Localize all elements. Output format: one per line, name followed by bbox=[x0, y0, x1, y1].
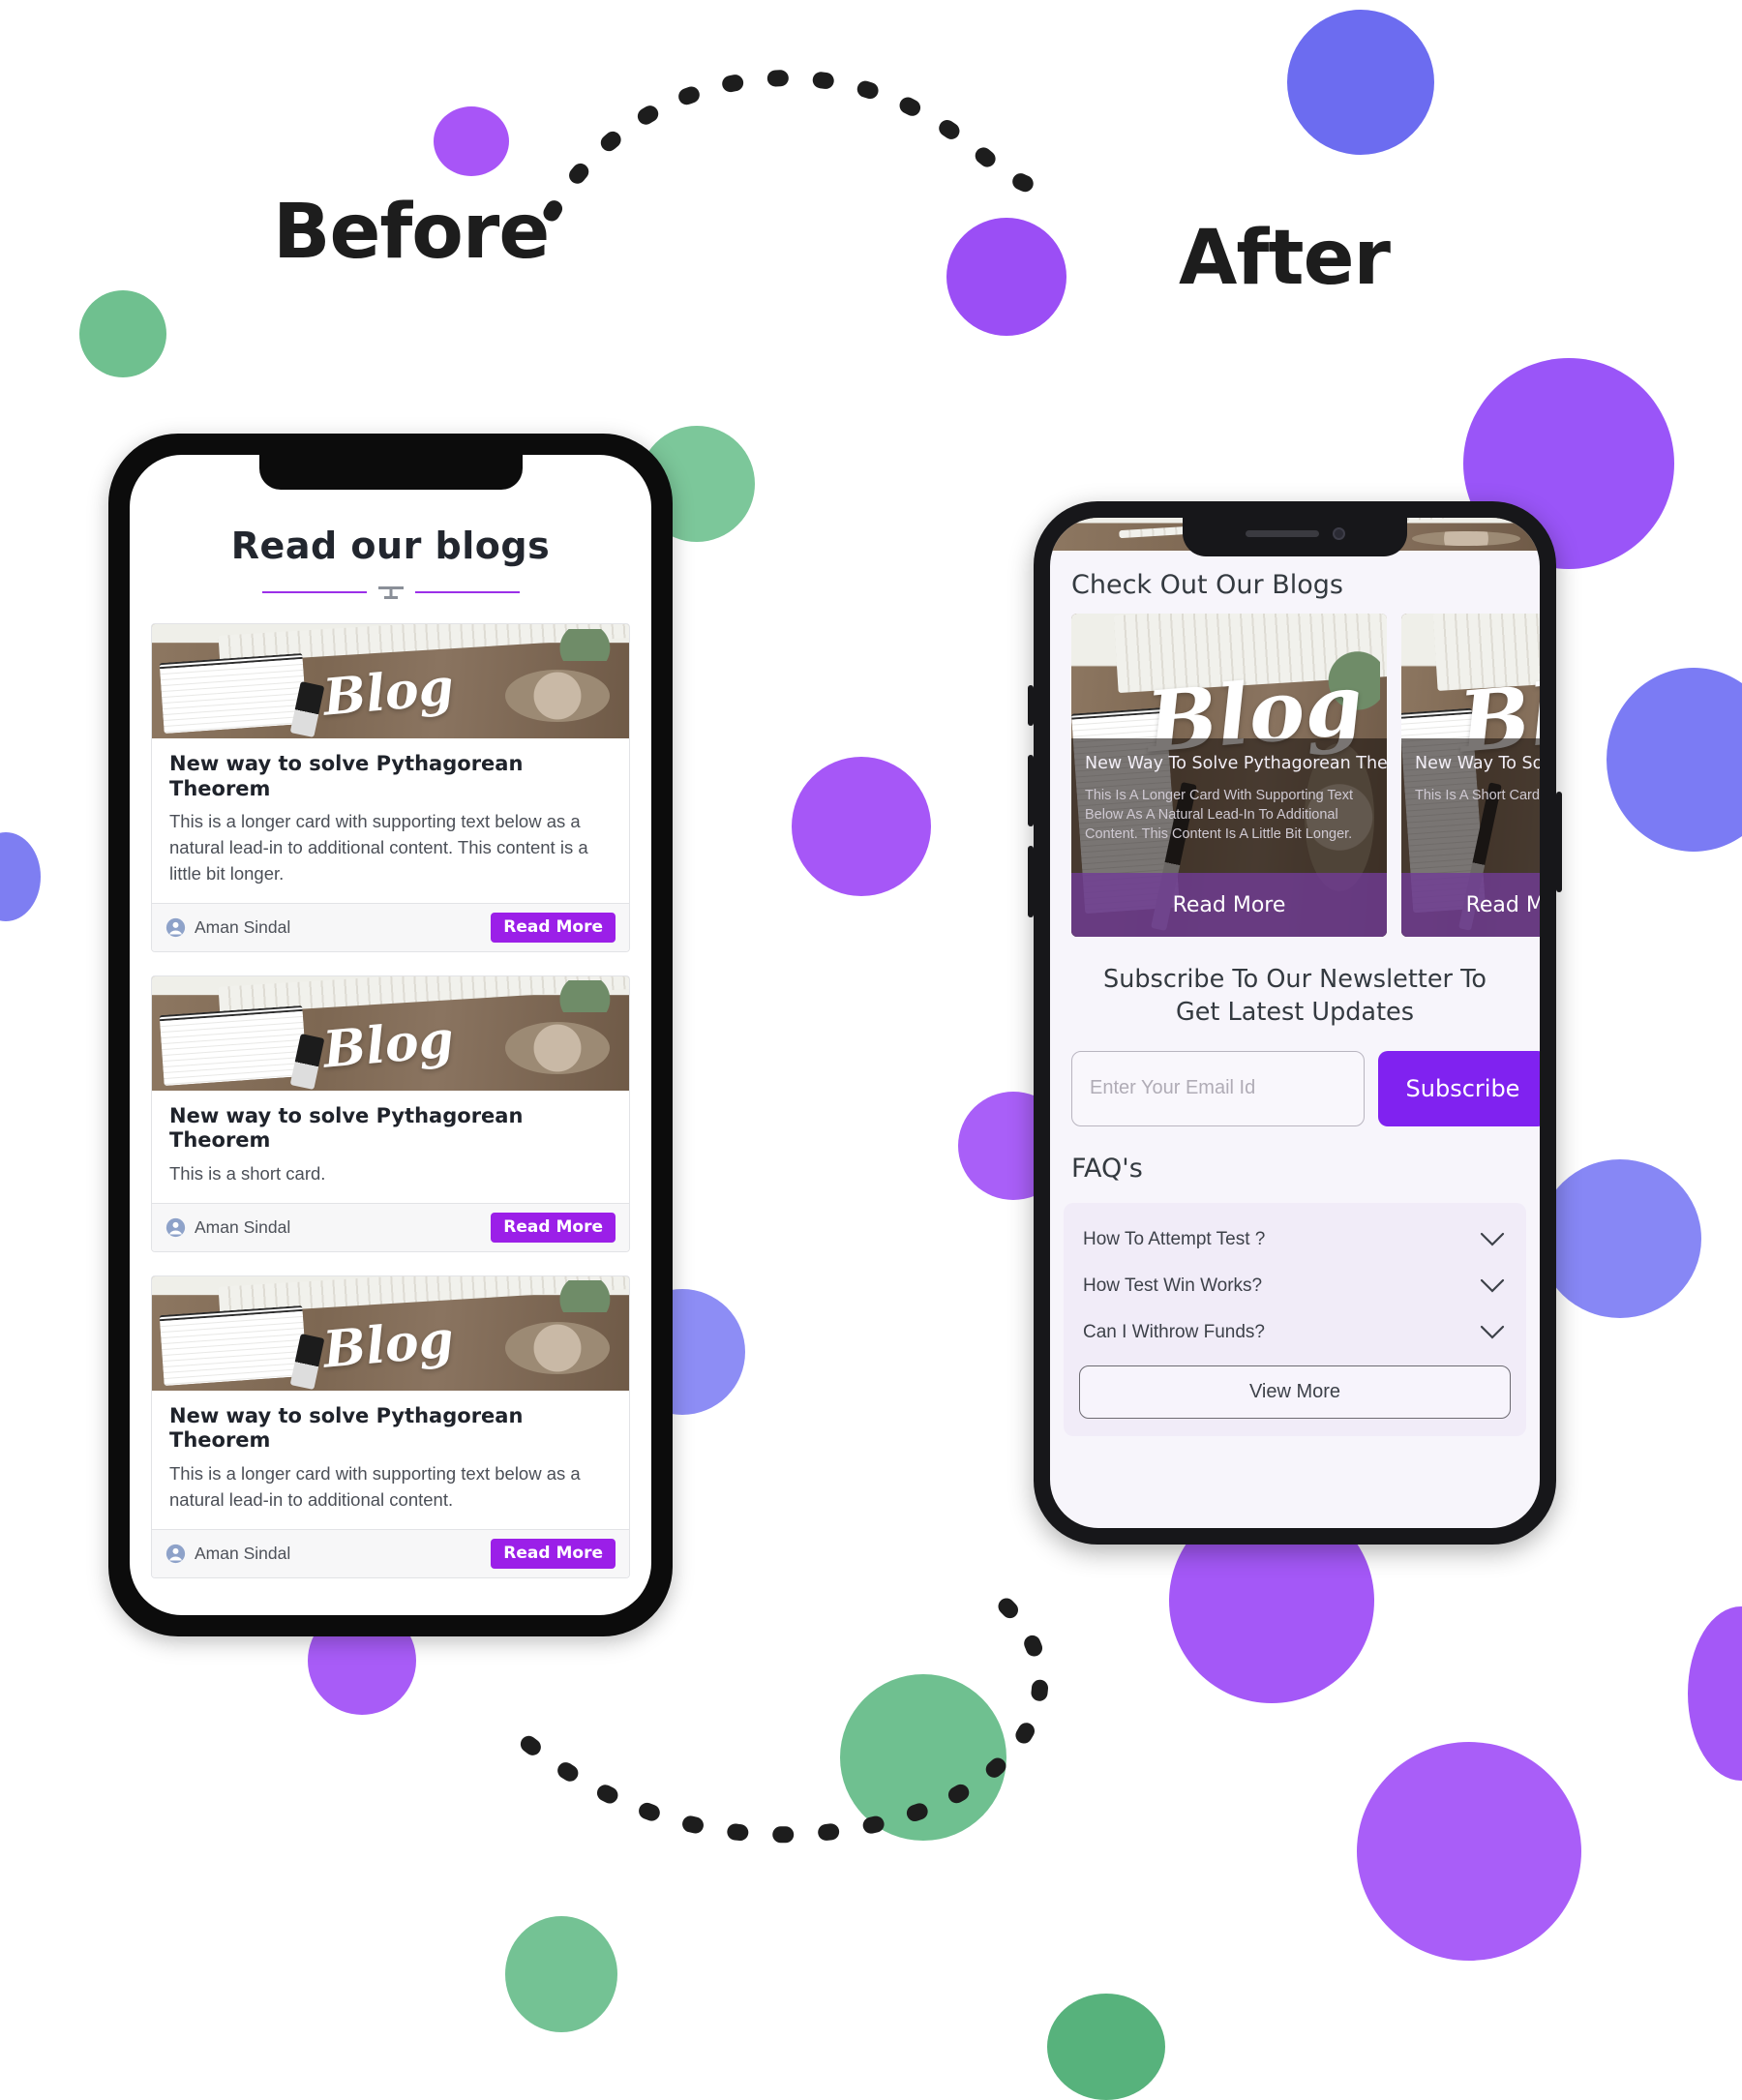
phone-power-button bbox=[1556, 792, 1562, 892]
read-more-button[interactable]: Read More bbox=[1401, 873, 1540, 937]
blog-card-title: New Way To Solve Pythagorean Theorem bbox=[1415, 754, 1540, 773]
faq-section-title: FAQ's bbox=[1071, 1153, 1143, 1184]
newsletter-title: Subscribe To Our Newsletter To Get Lates… bbox=[1103, 965, 1487, 1027]
blog-card-author-name: Aman Sindal bbox=[195, 1216, 291, 1237]
blog-card-body: New way to solve Pythagorean Theorem Thi… bbox=[152, 1091, 629, 1203]
blog-card-text: This is a longer card with supporting te… bbox=[169, 1462, 581, 1510]
blog-card-footer: Aman Sindal Read More bbox=[152, 1528, 629, 1577]
faq-item[interactable]: How Test Win Works? bbox=[1079, 1263, 1511, 1309]
blog-image-word: Blog bbox=[321, 1009, 457, 1080]
blog-card-author-name: Aman Sindal bbox=[195, 1543, 291, 1563]
phone-volume-up-button bbox=[1028, 755, 1034, 826]
divider-line-left bbox=[261, 591, 367, 593]
after-heading: After bbox=[1179, 215, 1391, 302]
blog-card-title: New way to solve Pythagorean Theorem bbox=[169, 752, 524, 800]
blog-card[interactable]: Blog New way to solve Pythagorean Theore… bbox=[151, 1275, 630, 1578]
chevron-down-icon[interactable] bbox=[1480, 1278, 1505, 1293]
arrow-before-to-after-icon bbox=[543, 70, 1064, 222]
faq-question: How To Attempt Test ? bbox=[1083, 1228, 1266, 1249]
decor-blob-violet-4 bbox=[792, 757, 931, 896]
faq-list: How To Attempt Test ? How Test Win Works… bbox=[1064, 1202, 1526, 1436]
avatar-icon bbox=[165, 917, 186, 937]
decor-blob-violet-9 bbox=[1357, 1742, 1581, 1961]
blog-card-text: This is a longer card with supporting te… bbox=[169, 811, 588, 884]
decor-blob-indigo-3 bbox=[0, 832, 41, 921]
blog-card-text: This Is A Short Card. bbox=[1415, 788, 1540, 803]
after-notch bbox=[1183, 518, 1407, 556]
avatar-icon bbox=[165, 1544, 186, 1563]
read-more-button[interactable]: Read More bbox=[491, 1538, 616, 1569]
decor-blob-green bbox=[79, 290, 166, 377]
view-more-button[interactable]: View More bbox=[1079, 1365, 1511, 1419]
before-title-divider bbox=[151, 585, 630, 600]
phone-volume-down-button bbox=[1028, 846, 1034, 917]
front-camera-icon bbox=[1332, 526, 1345, 540]
decor-blob-indigo-2 bbox=[1607, 668, 1742, 852]
blog-carousel[interactable]: Blog New Way To Solve Pythagorean Theore… bbox=[1050, 614, 1540, 937]
before-content: Read our blogs Blog New way to solve Pyt… bbox=[130, 525, 651, 1578]
blog-card-author: Aman Sindal bbox=[165, 1544, 290, 1564]
blog-image-word: Blog bbox=[321, 657, 457, 728]
blog-image-word: Blog bbox=[321, 1309, 457, 1380]
before-heading: Before bbox=[273, 189, 550, 276]
before-notch bbox=[258, 455, 523, 490]
read-more-button[interactable]: Read More bbox=[491, 912, 616, 943]
decor-blob-violet bbox=[434, 106, 509, 176]
blog-card-image: Blog bbox=[152, 624, 629, 738]
divider-line-right bbox=[414, 591, 520, 593]
comparison-stage: Before After Read our blogs Blog New way… bbox=[0, 0, 1742, 2100]
read-more-button[interactable]: Read More bbox=[1071, 873, 1387, 937]
blog-card-author-name: Aman Sindal bbox=[195, 916, 291, 937]
blog-card-body: New way to solve Pythagorean Theorem Thi… bbox=[152, 1391, 629, 1529]
blog-card-author: Aman Sindal bbox=[165, 917, 290, 938]
decor-blob-indigo-4 bbox=[1539, 1159, 1701, 1318]
blog-card-title: New way to solve Pythagorean Theorem bbox=[169, 1103, 524, 1153]
decor-blob-green-5 bbox=[1047, 1994, 1165, 2100]
before-page-title: Read our blogs bbox=[230, 525, 551, 567]
faq-question: How Test Win Works? bbox=[1083, 1275, 1263, 1296]
phone-mockup-after: Check Out Our Blogs Blog New Way To Solv… bbox=[1028, 501, 1562, 1545]
arrow-after-to-before-icon bbox=[495, 1598, 1049, 1844]
phone-mockup-before: Read our blogs Blog New way to solve Pyt… bbox=[108, 434, 673, 1636]
before-screen: Read our blogs Blog New way to solve Pyt… bbox=[130, 455, 651, 1615]
blog-card-footer: Aman Sindal Read More bbox=[152, 902, 629, 951]
faq-question: Can I Withrow Funds? bbox=[1083, 1321, 1265, 1342]
blog-card[interactable]: Blog New Way To Solve Pythagorean Theore… bbox=[1071, 614, 1387, 937]
blog-card[interactable]: Blog New way to solve Pythagorean Theore… bbox=[151, 975, 630, 1252]
decor-blob-indigo bbox=[1287, 10, 1434, 155]
chevron-down-icon[interactable] bbox=[1480, 1325, 1505, 1339]
blog-card-title: New way to solve Pythagorean Theorem bbox=[169, 1403, 524, 1453]
blog-card-author: Aman Sindal bbox=[165, 1217, 290, 1238]
blog-card-text: This is a short card. bbox=[169, 1162, 326, 1184]
blog-card-image: Blog bbox=[152, 1275, 629, 1391]
blog-card-title: New Way To Solve Pythagorean Theorem bbox=[1085, 754, 1387, 773]
earpiece-speaker-icon bbox=[1245, 529, 1319, 537]
read-more-button[interactable]: Read More bbox=[491, 1212, 616, 1243]
newsletter-form: Subscribe bbox=[1050, 1030, 1540, 1126]
faq-item[interactable]: Can I Withrow Funds? bbox=[1079, 1309, 1511, 1356]
after-blogs-title: Check Out Our Blogs bbox=[1071, 570, 1343, 600]
blog-card-body: New way to solve Pythagorean Theorem Thi… bbox=[152, 738, 629, 903]
phone-mute-switch bbox=[1028, 685, 1034, 726]
blog-card-text: This Is A Longer Card With Supporting Te… bbox=[1085, 788, 1353, 842]
blog-card[interactable]: Blog New Way To Solve Pythagorean Theore… bbox=[1401, 614, 1540, 937]
after-screen: Check Out Our Blogs Blog New Way To Solv… bbox=[1050, 518, 1540, 1528]
email-field[interactable] bbox=[1071, 1050, 1365, 1126]
blog-card-footer: Aman Sindal Read More bbox=[152, 1202, 629, 1251]
decor-blob-violet-8 bbox=[1688, 1606, 1742, 1781]
faq-item[interactable]: How To Attempt Test ? bbox=[1079, 1216, 1511, 1263]
blog-card[interactable]: Blog New way to solve Pythagorean Theore… bbox=[151, 623, 630, 952]
ornament-divider-icon bbox=[377, 585, 404, 600]
avatar-icon bbox=[165, 1217, 186, 1237]
chevron-down-icon[interactable] bbox=[1480, 1232, 1505, 1246]
subscribe-button[interactable]: Subscribe bbox=[1378, 1050, 1540, 1126]
decor-blob-green-4 bbox=[505, 1916, 617, 2032]
blog-card-image: Blog bbox=[152, 975, 629, 1091]
